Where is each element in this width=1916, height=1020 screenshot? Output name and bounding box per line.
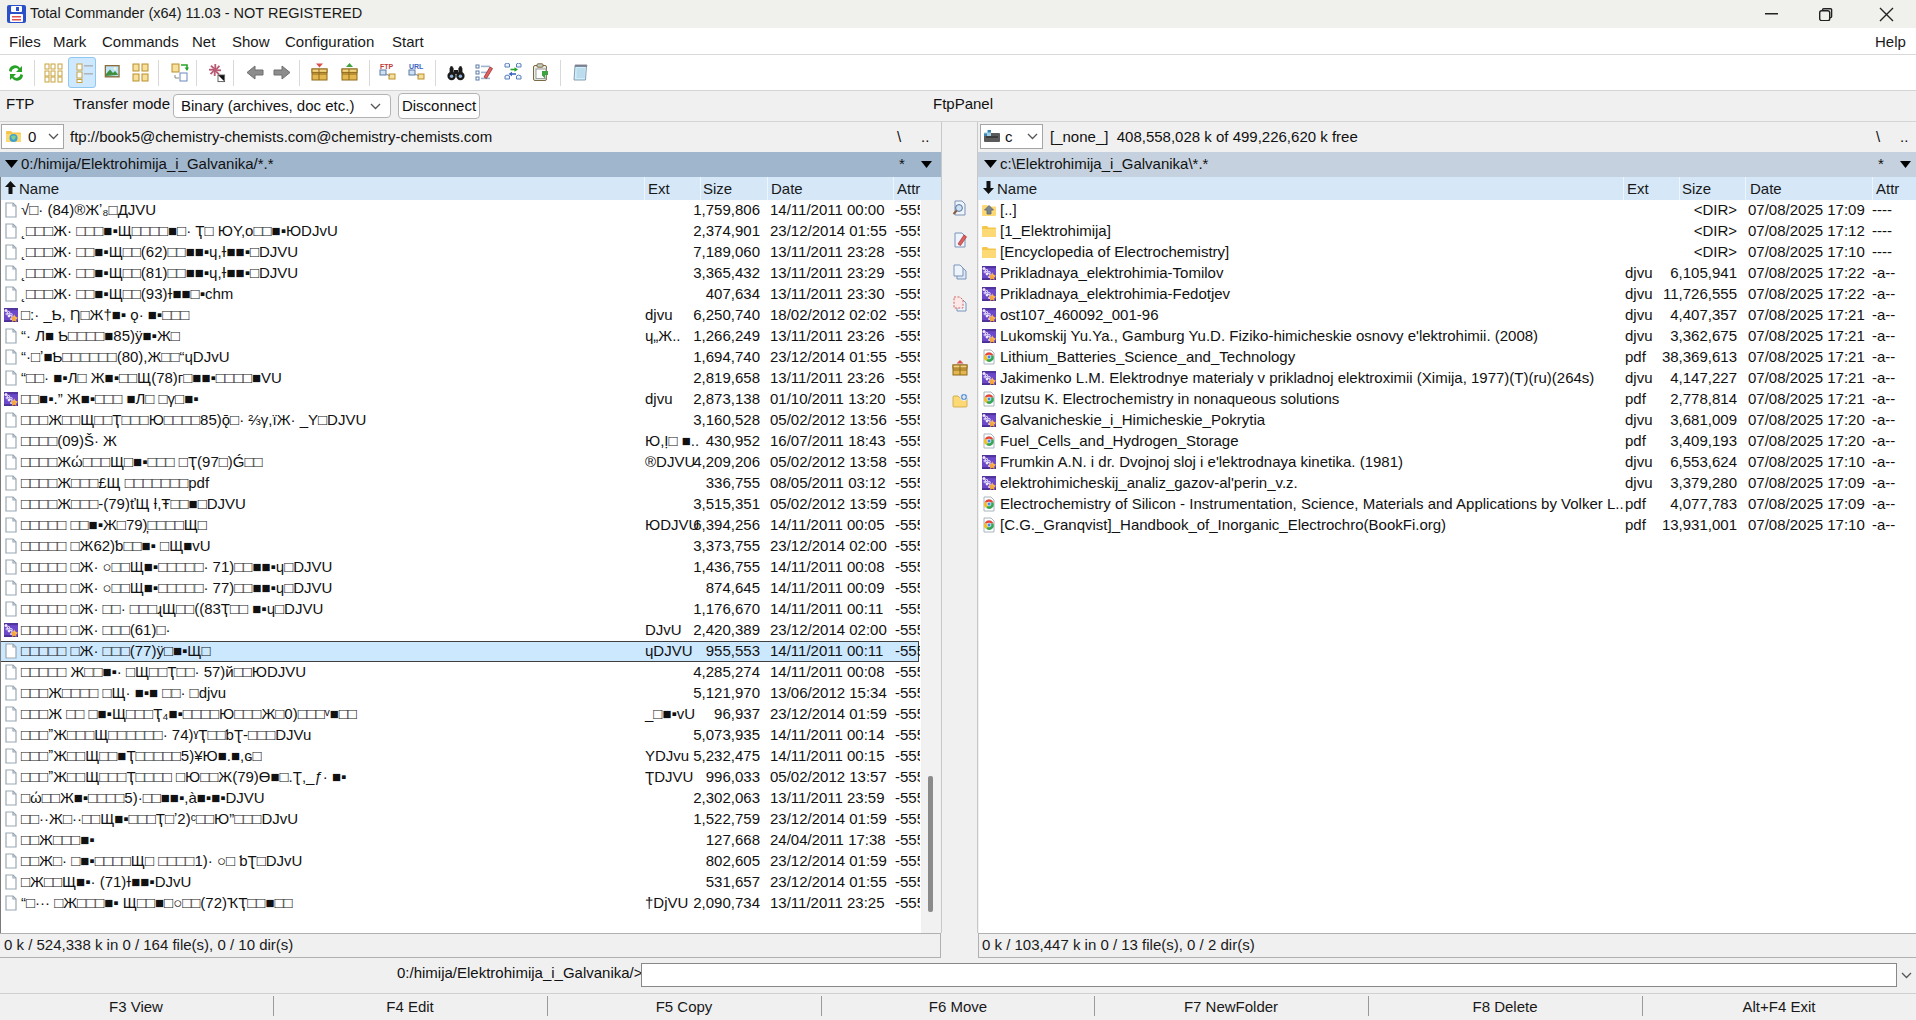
svg-text:URL: URL bbox=[409, 63, 424, 70]
svg-text:FTP: FTP bbox=[380, 63, 394, 70]
